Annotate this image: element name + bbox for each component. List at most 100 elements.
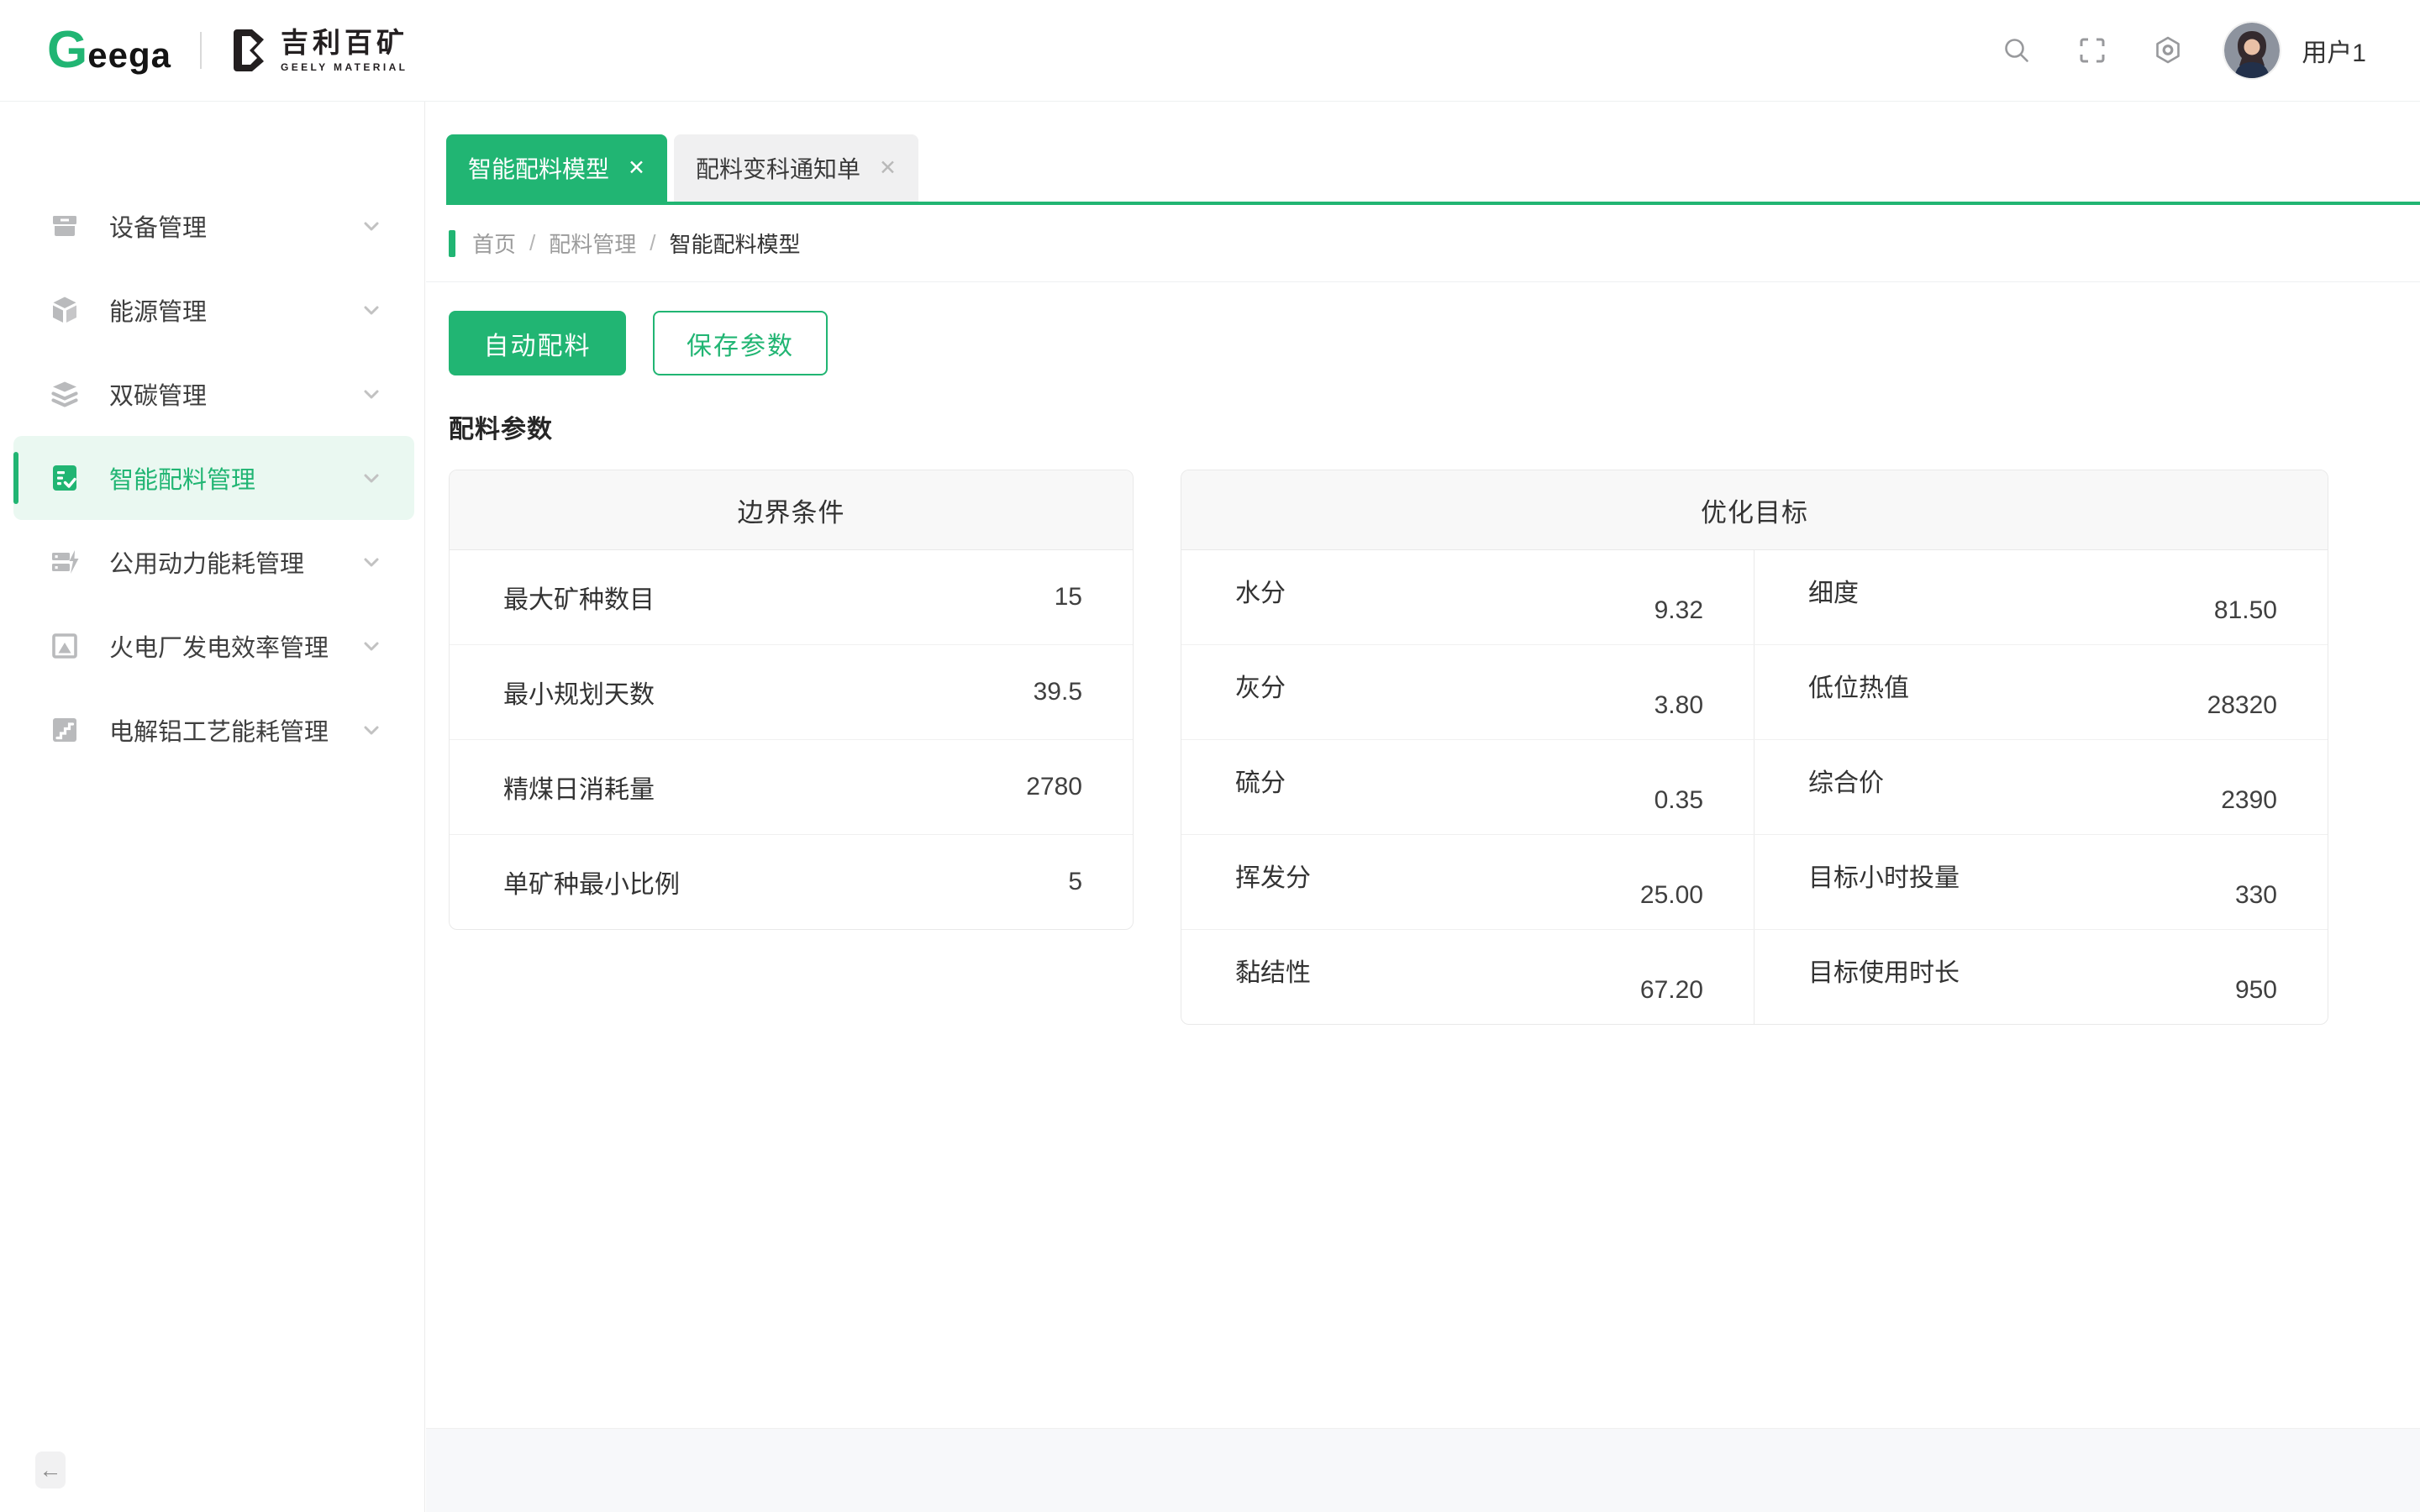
table-row: 硫分 0.35 综合价 2390: [1181, 739, 2328, 834]
chevron-down-icon[interactable]: [359, 381, 384, 407]
row-label: 挥发分: [1235, 857, 1311, 894]
sidebar-item-label: 电解铝工艺能耗管理: [109, 712, 329, 748]
geega-logo-text: eega: [87, 35, 171, 76]
row-value[interactable]: 330: [2235, 881, 2277, 910]
dual-carbon-icon: [49, 378, 81, 410]
row-value[interactable]: 5: [1068, 868, 1082, 896]
breadcrumb-item-batching-management[interactable]: 配料管理: [549, 228, 636, 259]
utility-power-icon: [49, 546, 81, 578]
table-cell: 细度 81.50: [1754, 550, 2328, 644]
tab-smart-batching-model[interactable]: 智能配料模型 ✕: [446, 134, 667, 202]
active-indicator-bar: [13, 452, 18, 504]
row-value[interactable]: 39.5: [1034, 678, 1082, 706]
row-label: 最小规划天数: [503, 674, 655, 711]
tab-close-icon[interactable]: ✕: [879, 158, 897, 179]
chevron-down-icon[interactable]: [359, 717, 384, 743]
auto-batching-button[interactable]: 自动配料: [449, 311, 626, 375]
table-row: 灰分 3.80 低位热值 28320: [1181, 644, 2328, 739]
table-cell: 挥发分 25.00: [1181, 835, 1754, 929]
chevron-down-icon[interactable]: [359, 465, 384, 491]
energy-management-icon: [49, 294, 81, 326]
left-arrow-icon: ←: [39, 1457, 62, 1483]
logo-divider: [200, 32, 202, 69]
sidebar-item-label: 火电厂发电效率管理: [109, 628, 329, 664]
row-value[interactable]: 81.50: [2214, 596, 2277, 625]
settings-icon[interactable]: [2152, 34, 2184, 66]
row-value[interactable]: 25.00: [1640, 881, 1703, 910]
chevron-down-icon[interactable]: [359, 549, 384, 575]
sidebar-item-smart-batching-management[interactable]: 智能配料管理: [13, 436, 414, 520]
params-section-title: 配料参数: [449, 416, 2420, 444]
boundary-table-header: 边界条件: [450, 470, 1133, 550]
tab-close-icon[interactable]: ✕: [628, 158, 645, 179]
collapse-sidebar-button[interactable]: ←: [35, 1452, 66, 1488]
table-row: 单矿种最小比例 5: [450, 834, 1133, 929]
table-cell: 硫分 0.35: [1181, 740, 1754, 834]
row-label: 细度: [1808, 572, 1859, 609]
target-table-header: 优化目标: [1181, 470, 2328, 550]
breadcrumb-accent-bar: [449, 230, 455, 257]
table-cell: 目标小时投量 330: [1754, 835, 2328, 929]
geega-logo: G eega: [47, 24, 171, 76]
row-value[interactable]: 0.35: [1655, 786, 1703, 815]
device-management-icon: [49, 210, 81, 242]
sidebar-item-device-management[interactable]: 设备管理: [0, 184, 424, 268]
chevron-down-icon[interactable]: [359, 297, 384, 323]
aluminum-process-icon: [49, 714, 81, 746]
optimization-targets-table: 优化目标 水分 9.32 细度 81.50 灰分 3.80: [1181, 470, 2328, 1025]
sidebar-item-label: 能源管理: [109, 292, 207, 328]
chevron-down-icon[interactable]: [359, 633, 384, 659]
geega-logo-g: G: [47, 24, 87, 76]
geely-logo-cn: 吉利百矿: [281, 29, 408, 56]
table-row: 精煤日消耗量 2780: [450, 739, 1133, 834]
tab-label: 智能配料模型: [468, 151, 609, 185]
tab-batching-change-notice[interactable]: 配料变科通知单 ✕: [674, 134, 918, 202]
sidebar: 设备管理 能源管理: [0, 102, 425, 1512]
breadcrumb-separator: /: [529, 230, 535, 256]
save-params-button[interactable]: 保存参数: [653, 311, 828, 375]
chevron-down-icon[interactable]: [359, 213, 384, 239]
row-label: 灰分: [1235, 667, 1286, 704]
geely-material-logo: 吉利百矿 GEELY MATERIAL: [230, 28, 408, 73]
row-label: 目标使用时长: [1808, 952, 1960, 989]
row-value[interactable]: 67.20: [1640, 976, 1703, 1005]
geely-logo-icon: [230, 28, 269, 73]
avatar[interactable]: [2224, 23, 2280, 78]
row-value[interactable]: 2780: [1026, 773, 1082, 801]
table-row: 最大矿种数目 15: [450, 550, 1133, 644]
table-cell: 水分 9.32: [1181, 550, 1754, 644]
sidebar-item-dual-carbon-management[interactable]: 双碳管理: [0, 352, 424, 436]
row-value[interactable]: 28320: [2207, 691, 2277, 720]
breadcrumb: 首页 / 配料管理 / 智能配料模型: [426, 205, 2420, 282]
username[interactable]: 用户1: [2302, 32, 2366, 69]
boundary-conditions-table: 边界条件 最大矿种数目 15 最小规划天数 39.5 精煤日消耗量 2780 单…: [449, 470, 1134, 930]
sidebar-item-label: 双碳管理: [109, 376, 207, 412]
row-value[interactable]: 3.80: [1655, 691, 1703, 720]
row-label: 目标小时投量: [1808, 857, 1960, 894]
table-row: 挥发分 25.00 目标小时投量 330: [1181, 834, 2328, 929]
sidebar-menu: 设备管理 能源管理: [0, 102, 424, 772]
table-cell: 低位热值 28320: [1754, 645, 2328, 739]
breadcrumb-item-home[interactable]: 首页: [472, 228, 516, 259]
row-label: 硫分: [1235, 762, 1286, 799]
row-value[interactable]: 15: [1055, 583, 1082, 612]
row-label: 黏结性: [1235, 952, 1311, 989]
table-row: 黏结性 67.20 目标使用时长 950: [1181, 929, 2328, 1024]
sidebar-item-energy-management[interactable]: 能源管理: [0, 268, 424, 352]
search-icon[interactable]: [2001, 34, 2033, 66]
brand-area: G eega 吉利百矿 GEELY MATERIAL: [0, 24, 408, 76]
sidebar-item-aluminum-process-energy[interactable]: 电解铝工艺能耗管理: [0, 688, 424, 772]
row-value[interactable]: 9.32: [1655, 596, 1703, 625]
table-cell: 目标使用时长 950: [1754, 930, 2328, 1024]
sidebar-item-label: 智能配料管理: [109, 460, 255, 496]
row-label: 精煤日消耗量: [503, 769, 655, 806]
main-content: 智能配料模型 ✕ 配料变科通知单 ✕ 首页 / 配料管理 / 智能配料模型 自动…: [426, 102, 2420, 1512]
row-label: 单矿种最小比例: [503, 864, 680, 900]
row-value[interactable]: 2390: [2221, 786, 2277, 815]
fullscreen-icon[interactable]: [2076, 34, 2108, 66]
row-value[interactable]: 950: [2235, 976, 2277, 1005]
row-label: 综合价: [1808, 762, 1884, 799]
sidebar-item-utility-power-energy[interactable]: 公用动力能耗管理: [0, 520, 424, 604]
sidebar-item-thermal-plant-efficiency[interactable]: 火电厂发电效率管理: [0, 604, 424, 688]
sidebar-item-label: 公用动力能耗管理: [109, 544, 304, 580]
